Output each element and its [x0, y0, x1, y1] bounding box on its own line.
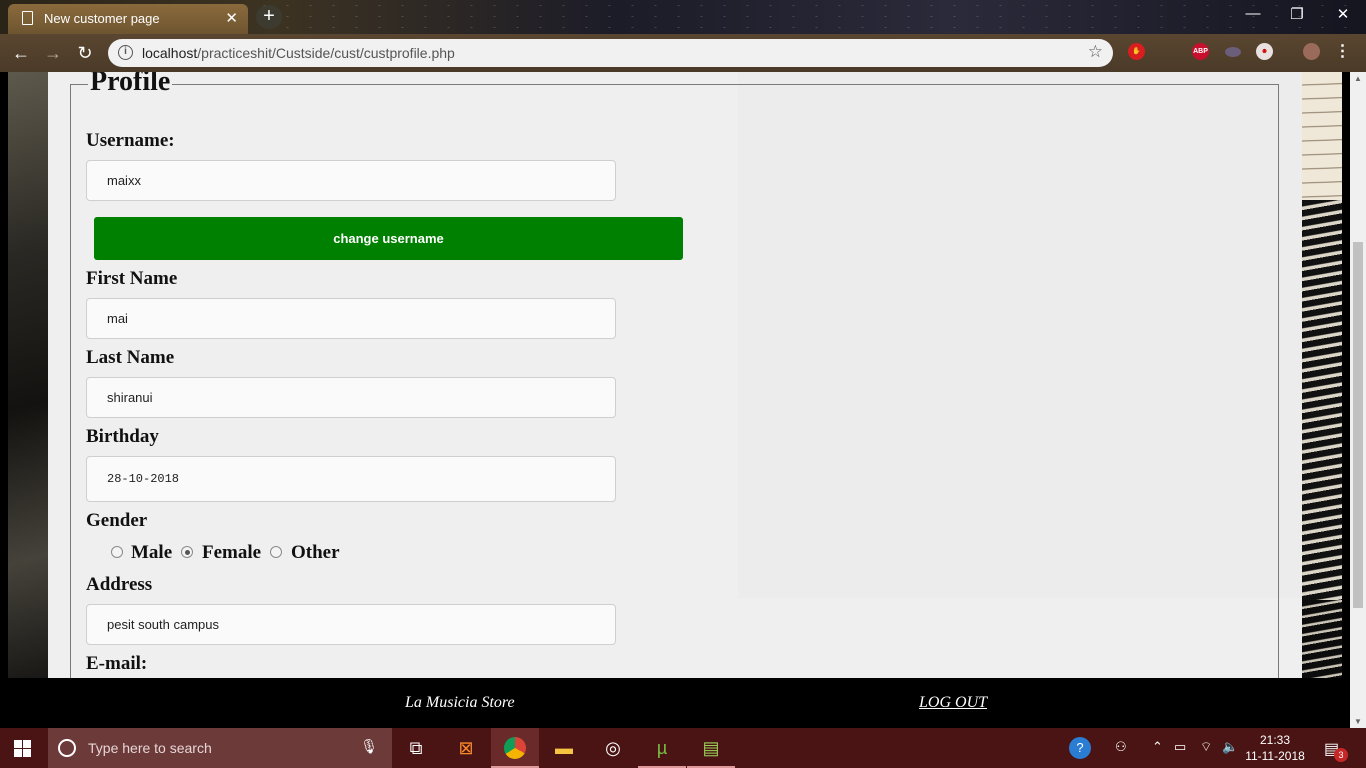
username-input[interactable]: maixx — [86, 160, 616, 201]
change-username-button[interactable]: change username — [94, 217, 683, 260]
close-window-button[interactable]: ✕ — [1320, 5, 1366, 23]
gender-option-male[interactable]: Male — [131, 542, 172, 564]
notepad-plus-icon[interactable]: ▤ — [687, 728, 735, 768]
browser-tab[interactable]: New customer page ✕ — [8, 4, 248, 34]
page-scrollbar[interactable]: ▲ ▼ — [1350, 72, 1366, 728]
last-name-input[interactable]: shiranui — [86, 377, 616, 418]
clock-date: 11-11-2018 — [1245, 749, 1305, 763]
utorrent-icon[interactable]: µ — [638, 728, 686, 768]
battery-icon[interactable]: ▭ — [1174, 739, 1186, 755]
reload-icon[interactable]: ↻ — [72, 41, 98, 65]
extension-hand-icon[interactable]: ✋ — [1128, 43, 1145, 60]
gender-option-female[interactable]: Female — [202, 542, 261, 564]
clock-time: 21:33 — [1259, 733, 1291, 747]
browser-toolbar: ← → ↻ i localhost/practiceshit/Custside/… — [0, 34, 1366, 72]
background-image-right — [1302, 72, 1342, 678]
address-label: Address — [86, 574, 153, 595]
email-label: E-mail: — [86, 653, 148, 674]
address-bar[interactable]: i localhost/practiceshit/Custside/cust/c… — [108, 39, 1113, 67]
file-explorer-icon[interactable]: ▬ — [540, 728, 588, 768]
page-viewport: Profile Username: maixx change username … — [0, 72, 1350, 678]
show-hidden-icons-chevron[interactable]: ⌃ — [1152, 739, 1163, 755]
notification-badge: 3 — [1334, 748, 1348, 762]
chrome-icon[interactable] — [491, 728, 539, 768]
gender-option-other[interactable]: Other — [291, 542, 340, 564]
logout-link[interactable]: LOG OUT — [919, 694, 987, 712]
system-clock[interactable]: 21:33 11-11-2018 — [1245, 732, 1305, 764]
restore-button[interactable]: ❐ — [1274, 5, 1320, 23]
browser-titlebar: New customer page ✕ + — ❐ ✕ — [0, 0, 1366, 34]
profile-avatar[interactable] — [1303, 43, 1320, 60]
document-icon — [22, 11, 33, 25]
menu-icon[interactable]: ⋮ — [1334, 43, 1351, 60]
gender-radio-female[interactable] — [181, 546, 193, 558]
birthday-input[interactable]: 28-10-2018 — [86, 456, 616, 502]
username-label: Username: — [86, 130, 175, 151]
forward-arrow-icon[interactable]: → — [40, 41, 66, 65]
info-icon[interactable]: i — [118, 45, 133, 60]
url-path: /practiceshit/Custside/cust/custprofile.… — [197, 45, 455, 61]
scroll-down-icon[interactable]: ▼ — [1354, 717, 1362, 726]
last-name-label: Last Name — [86, 347, 175, 368]
tab-close-icon[interactable]: ✕ — [225, 9, 238, 27]
bookmark-star-icon[interactable]: ☆ — [1088, 42, 1103, 62]
gender-radio-other[interactable] — [270, 546, 282, 558]
url-text: localhost/practiceshit/Custside/cust/cus… — [142, 45, 455, 61]
search-placeholder: Type here to search — [88, 740, 212, 756]
xampp-icon[interactable]: ⊠ — [442, 728, 490, 768]
windows-start-icon[interactable] — [14, 740, 31, 757]
address-input[interactable]: pesit south campus — [86, 604, 616, 645]
store-brand: La Musicia Store — [405, 694, 515, 711]
first-name-label: First Name — [86, 268, 178, 289]
site-footer: La Musicia Store LOG OUT — [0, 678, 1350, 728]
scroll-up-icon[interactable]: ▲ — [1354, 74, 1362, 83]
back-arrow-icon[interactable]: ← — [8, 41, 34, 65]
new-tab-button[interactable]: + — [256, 5, 282, 29]
adblock-icon[interactable]: ABP — [1192, 43, 1209, 60]
gender-label: Gender — [86, 510, 148, 531]
first-name-input[interactable]: mai — [86, 298, 616, 339]
people-icon[interactable]: ⚇ — [1115, 739, 1127, 755]
media-player-icon[interactable]: ◎ — [589, 728, 637, 768]
extension-face-icon[interactable]: ☻ — [1256, 43, 1273, 60]
tab-title: New customer page — [44, 11, 160, 26]
volume-icon[interactable]: 🔈 — [1222, 739, 1238, 755]
url-host: localhost — [142, 45, 198, 61]
task-view-icon[interactable]: ⧉ — [392, 728, 440, 768]
scrollbar-thumb[interactable] — [1353, 242, 1363, 608]
extension-icon[interactable] — [1225, 47, 1241, 57]
minimize-button[interactable]: — — [1230, 5, 1276, 22]
piano-keys-image-lower — [1302, 600, 1342, 678]
wifi-icon[interactable]: ⌔ — [1200, 739, 1212, 755]
birthday-label: Birthday — [86, 426, 159, 447]
piano-keys-image — [1302, 200, 1342, 600]
profile-legend: Profile — [88, 72, 173, 98]
gender-radio-male[interactable] — [111, 546, 123, 558]
taskbar-search[interactable]: Type here to search 🎙 — [48, 728, 392, 768]
cortana-icon — [58, 739, 76, 757]
windows-taskbar: Type here to search 🎙 ⧉ ⊠ ▬ ◎ µ ▤ ? ⚇ ⌃ … — [0, 728, 1366, 768]
background-image-left — [8, 72, 48, 678]
help-icon[interactable]: ? — [1069, 737, 1091, 759]
microphone-icon[interactable]: 🎙 — [360, 738, 378, 755]
